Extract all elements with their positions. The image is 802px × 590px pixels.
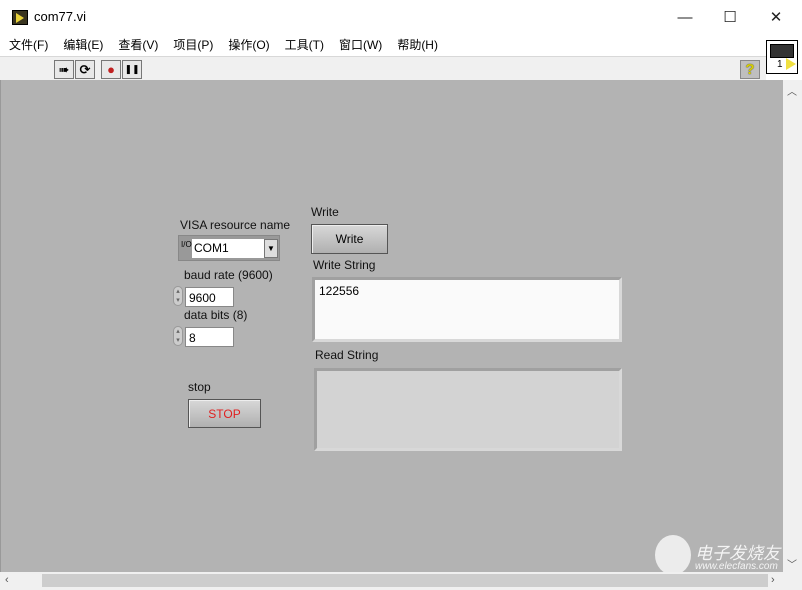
window-title: com77.vi: [34, 9, 87, 24]
scroll-up-icon[interactable]: ︿: [787, 83, 797, 98]
watermark-logo-icon: [655, 535, 691, 575]
baud-rate-increment-decrement[interactable]: ▴ ▾: [173, 286, 183, 306]
io-icon: I/O: [181, 240, 192, 249]
read-string-indicator: [314, 368, 622, 451]
menu-tools[interactable]: 工具(T): [285, 36, 324, 53]
maximize-button[interactable]: ☐: [707, 4, 753, 30]
stop-button[interactable]: STOP: [188, 399, 261, 428]
run-arrow-icon[interactable]: ➠: [54, 60, 74, 79]
baud-rate-label: baud rate (9600): [184, 268, 273, 282]
menu-file[interactable]: 文件(F): [9, 36, 48, 53]
write-button[interactable]: Write: [311, 224, 388, 254]
connector-pane-icon[interactable]: 1: [766, 40, 798, 74]
write-string-label: Write String: [313, 258, 376, 272]
context-help-icon[interactable]: ?: [740, 60, 760, 79]
vertical-scrollbar[interactable]: ︿ ﹀: [783, 80, 802, 572]
toolbar: ➠ ⟳ ● ❚❚ ?: [0, 56, 766, 80]
title-bar: com77.vi — ☐ ✕: [0, 0, 802, 33]
pause-icon[interactable]: ❚❚: [122, 60, 142, 79]
read-string-label: Read String: [315, 348, 379, 362]
data-bits-increment-decrement[interactable]: ▴ ▾: [173, 326, 183, 346]
minimize-button[interactable]: —: [662, 4, 708, 30]
menu-help[interactable]: 帮助(H): [397, 36, 438, 53]
visa-resource-value[interactable]: COM1: [192, 239, 264, 258]
menu-window[interactable]: 窗口(W): [339, 36, 382, 53]
scroll-left-icon[interactable]: ‹: [5, 574, 9, 586]
stop-label: stop: [188, 380, 211, 394]
menu-edit[interactable]: 编辑(E): [63, 36, 103, 53]
scroll-right-icon[interactable]: ›: [771, 574, 775, 586]
visa-resource-control[interactable]: I/O COM1 ▼: [178, 235, 280, 261]
connector-number: 1: [777, 59, 783, 70]
horizontal-scroll-thumb[interactable]: [42, 574, 768, 587]
vi-icon: [12, 10, 28, 25]
close-button[interactable]: ✕: [753, 4, 799, 30]
dropdown-arrow-icon[interactable]: ▼: [264, 239, 278, 258]
scroll-down-icon[interactable]: ﹀: [787, 556, 797, 571]
baud-rate-input[interactable]: 9600: [185, 287, 234, 307]
front-panel: VISA resource name I/O COM1 ▼ baud rate …: [0, 80, 783, 575]
data-bits-input[interactable]: 8: [185, 327, 234, 347]
write-label: Write: [311, 205, 339, 219]
menu-operate[interactable]: 操作(O): [228, 36, 269, 53]
menu-project[interactable]: 项目(P): [173, 36, 213, 53]
visa-resource-label: VISA resource name: [180, 218, 291, 232]
data-bits-label: data bits (8): [184, 308, 248, 322]
menu-bar: 文件(F) 编辑(E) 查看(V) 项目(P) 操作(O) 工具(T) 窗口(W…: [0, 33, 766, 55]
write-string-input[interactable]: 122556: [312, 277, 622, 342]
horizontal-scrollbar[interactable]: ‹ ›: [0, 572, 802, 590]
watermark-url: www.elecfans.com: [695, 561, 778, 572]
menu-view[interactable]: 查看(V): [118, 36, 158, 53]
run-continuously-icon[interactable]: ⟳: [75, 60, 95, 79]
abort-icon[interactable]: ●: [101, 60, 121, 79]
